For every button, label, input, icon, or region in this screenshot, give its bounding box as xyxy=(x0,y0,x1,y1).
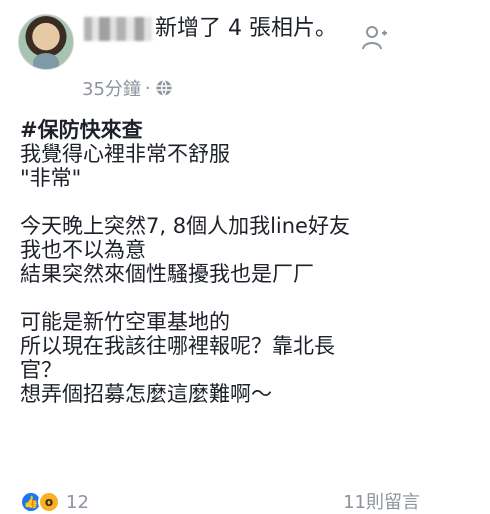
post-line: 我也不以為意 xyxy=(20,238,146,262)
post-line: 結果突然來個性騷擾我也是厂厂 xyxy=(20,262,314,286)
globe-icon xyxy=(156,80,172,96)
add-friend-icon[interactable] xyxy=(360,24,388,52)
comment-count[interactable]: 11則留言 xyxy=(343,488,420,514)
blurred-profile-name[interactable] xyxy=(84,17,152,41)
wow-icon: o xyxy=(38,491,60,513)
post-line: 所以現在我該往哪裡報呢？靠北長 xyxy=(20,334,335,358)
post-footer: 👍 o 12 11則留言 xyxy=(14,488,490,513)
hashtag-line[interactable]: #保防快來查 xyxy=(20,118,475,142)
reaction-summary[interactable]: 👍 o 12 xyxy=(20,491,89,513)
post-header: 新增了 4 張相片。 35分鐘 · xyxy=(0,0,490,100)
post-action-text: 新增了 4 張相片。 xyxy=(155,16,337,41)
profile-avatar[interactable] xyxy=(18,14,74,70)
post-line: 想弄個招募怎麼這麼難啊～ xyxy=(20,382,272,406)
reaction-count: 12 xyxy=(66,491,89,513)
post-line: "非常" xyxy=(20,166,82,190)
meta-separator: · xyxy=(144,77,151,99)
post-line: 可能是新竹空軍基地的 xyxy=(20,310,230,334)
post-line: 我覺得心裡非常不舒服 xyxy=(20,142,230,166)
post-time[interactable]: 35分鐘 xyxy=(82,75,141,101)
post-line: 官？ xyxy=(20,358,62,382)
post-meta: 35分鐘 · xyxy=(82,76,173,100)
post-line: 今天晚上突然7, 8個人加我line好友 xyxy=(20,214,350,238)
post-content: #保防快來查 我覺得心裡非常不舒服 "非常" 今天晚上突然7, 8個人加我lin… xyxy=(20,118,475,406)
